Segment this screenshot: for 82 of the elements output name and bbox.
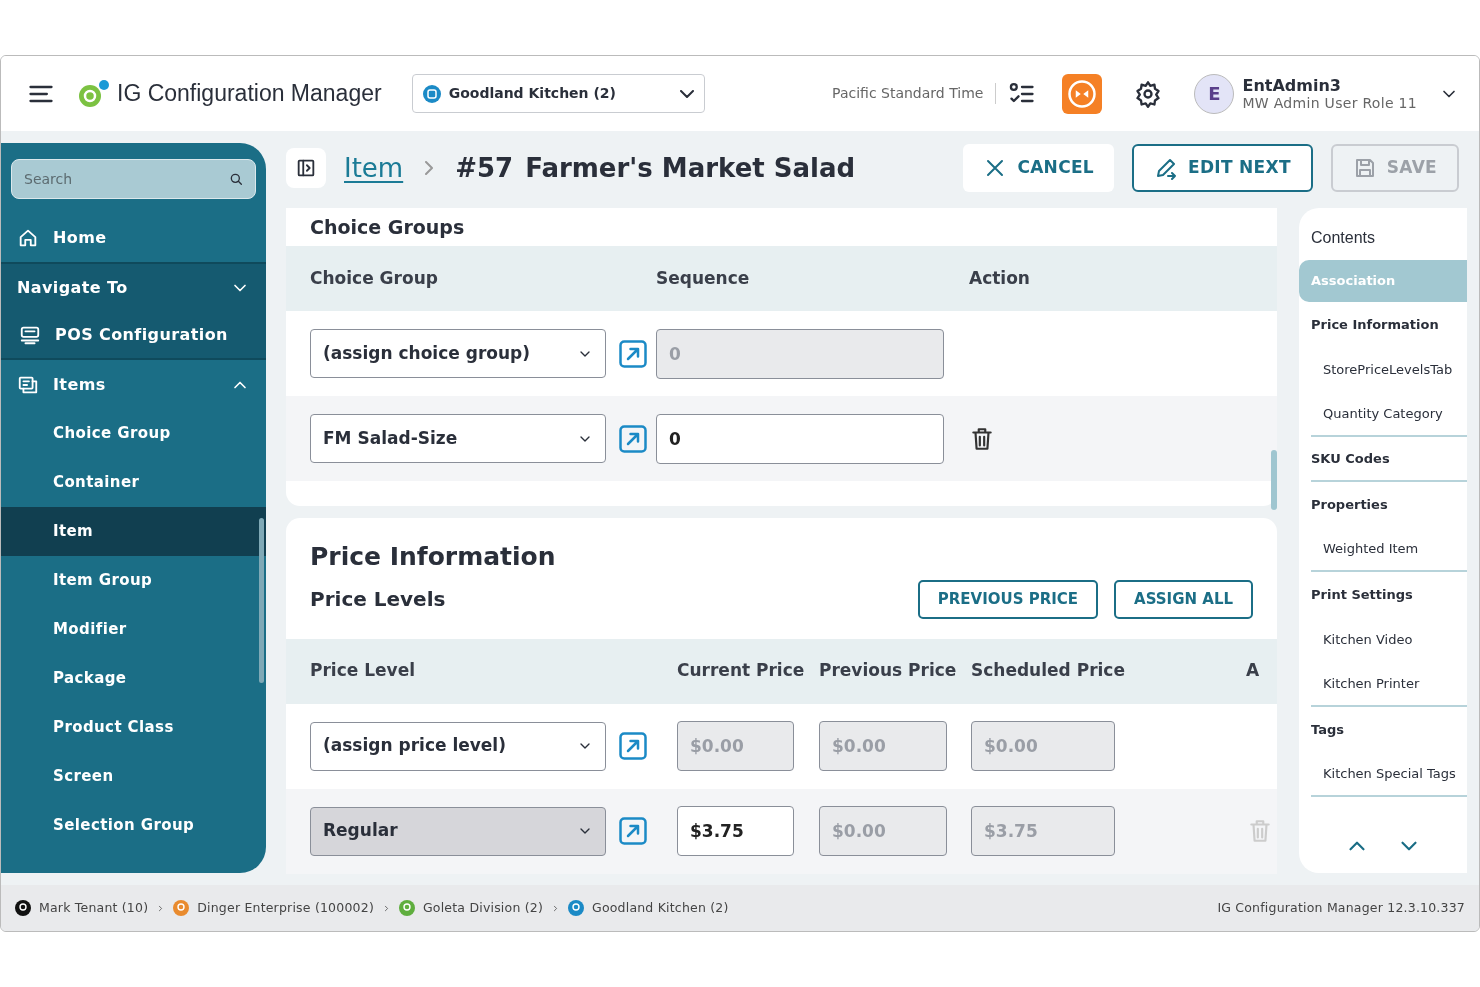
contents-link[interactable]: Kitchen Printer bbox=[1311, 662, 1467, 707]
contents-link[interactable]: SKU Codes bbox=[1311, 437, 1467, 482]
sidebar-item[interactable]: Product Class bbox=[1, 703, 266, 752]
contents-link[interactable]: StorePriceLevelsTab bbox=[1311, 347, 1467, 392]
contents-link[interactable]: Quantity Category bbox=[1311, 392, 1467, 437]
sequence-field[interactable]: 0 bbox=[656, 413, 944, 464]
store-icon bbox=[422, 84, 441, 103]
app-title: IG Configuration Manager bbox=[117, 79, 382, 109]
sidebar-item[interactable]: Item bbox=[1, 507, 266, 556]
choice-group-select[interactable]: (assign choice group) bbox=[310, 329, 606, 378]
contents-link[interactable]: Price Information bbox=[1311, 302, 1467, 347]
choice-group-select[interactable]: FM Salad-Size bbox=[310, 414, 606, 463]
division-icon bbox=[398, 900, 415, 916]
sidebar-item[interactable]: Item Group bbox=[1, 556, 266, 605]
column-header: Current Price bbox=[677, 659, 806, 683]
scrollbar[interactable] bbox=[1271, 450, 1277, 510]
chevron-right-icon bbox=[425, 161, 434, 175]
breadcrumb-link[interactable]: Mark Tenant (10) bbox=[39, 898, 149, 918]
contents-link[interactable]: Properties bbox=[1311, 482, 1467, 527]
panel-icon bbox=[295, 157, 317, 179]
sidebar-item[interactable]: Items bbox=[1, 360, 266, 409]
store-icon bbox=[568, 900, 584, 916]
settings-icon[interactable] bbox=[1134, 79, 1163, 108]
chevron-right-icon bbox=[551, 903, 560, 913]
logo-icon bbox=[77, 78, 111, 109]
contents-link[interactable]: Kitchen Special Tags bbox=[1311, 752, 1467, 797]
timezone-label: Pacific Standard Time bbox=[832, 83, 997, 104]
enterprise-icon bbox=[173, 900, 190, 916]
delete-icon[interactable] bbox=[969, 425, 995, 452]
location-select[interactable]: Goodland Kitchen (2) bbox=[411, 74, 705, 113]
version-label: IG Configuration Manager 12.3.10.337 bbox=[1217, 898, 1465, 917]
tenant-icon bbox=[15, 900, 31, 916]
search-icon bbox=[228, 171, 244, 187]
item-title: Farmer's Market Salad bbox=[525, 151, 856, 185]
sidebar-item[interactable]: Selection Group bbox=[1, 801, 266, 850]
outline-button[interactable]: ASSIGN ALL bbox=[1114, 579, 1253, 619]
bowtie-icon bbox=[1067, 78, 1098, 109]
breadcrumb-link[interactable]: Item bbox=[344, 148, 404, 188]
search-field[interactable]: Search bbox=[11, 159, 256, 199]
user-avatar: E bbox=[1194, 73, 1235, 114]
column-header: Previous Price bbox=[819, 659, 958, 683]
column-header: Action bbox=[969, 266, 1031, 290]
edit-button[interactable]: EDIT NEXT bbox=[1131, 144, 1313, 192]
column-header: Sequence bbox=[656, 266, 751, 290]
contents-link[interactable]: Kitchen Video bbox=[1311, 617, 1467, 662]
open-link-icon[interactable] bbox=[618, 731, 648, 761]
panel-toggle-button[interactable] bbox=[286, 148, 326, 188]
user-name: EntAdmin3 bbox=[1242, 75, 1342, 95]
sidebar-item[interactable]: POS Configuration bbox=[1, 311, 266, 360]
column-header: A bbox=[1246, 659, 1261, 683]
open-link-icon[interactable] bbox=[618, 816, 648, 846]
open-link-icon[interactable] bbox=[618, 423, 648, 454]
cancel-button[interactable]: CANCEL bbox=[963, 144, 1114, 192]
sidebar-item[interactable]: Package bbox=[1, 654, 266, 703]
sidebar-item[interactable]: Home bbox=[1, 213, 266, 262]
column-header: Price Level bbox=[310, 659, 416, 683]
breadcrumb-link[interactable]: Goodland Kitchen (2) bbox=[592, 898, 729, 918]
subsection-title: Price Levels bbox=[310, 586, 446, 613]
sidebar-section[interactable]: Navigate To bbox=[1, 262, 266, 311]
app-switch-button[interactable] bbox=[1062, 73, 1103, 114]
sidebar-item[interactable]: Choice Group bbox=[1, 409, 266, 458]
open-link-icon[interactable] bbox=[618, 338, 648, 369]
outline-button[interactable]: PREVIOUS PRICE bbox=[917, 579, 1099, 619]
contents-link[interactable]: Tags bbox=[1311, 707, 1467, 752]
breadcrumb-link[interactable]: Dinger Enterprise (100002) bbox=[197, 898, 374, 918]
item-number: #57 bbox=[455, 151, 514, 185]
scrollbar[interactable] bbox=[259, 518, 264, 683]
sidebar-item[interactable]: Screen bbox=[1, 752, 266, 801]
price-level-select[interactable]: (assign price level) bbox=[310, 721, 606, 771]
contents-title: Contents bbox=[1310, 228, 1377, 248]
breadcrumb-link[interactable]: Goleta Division (2) bbox=[422, 898, 543, 918]
column-header: Choice Group bbox=[310, 266, 439, 290]
sidebar-item[interactable]: Modifier bbox=[1, 605, 266, 654]
contents-link[interactable]: Weighted Item bbox=[1311, 527, 1467, 572]
section-title: Choice Groups bbox=[309, 214, 466, 240]
price-field[interactable]: $3.75 bbox=[677, 806, 794, 856]
sidebar-item[interactable]: Container bbox=[1, 458, 266, 507]
column-header: Scheduled Price bbox=[971, 659, 1126, 683]
user-role: MW Admin User Role 11 bbox=[1242, 94, 1417, 112]
chevron-down-icon bbox=[679, 89, 694, 98]
contents-link[interactable]: Print Settings bbox=[1311, 572, 1467, 617]
section-title: Price Information bbox=[309, 541, 557, 573]
